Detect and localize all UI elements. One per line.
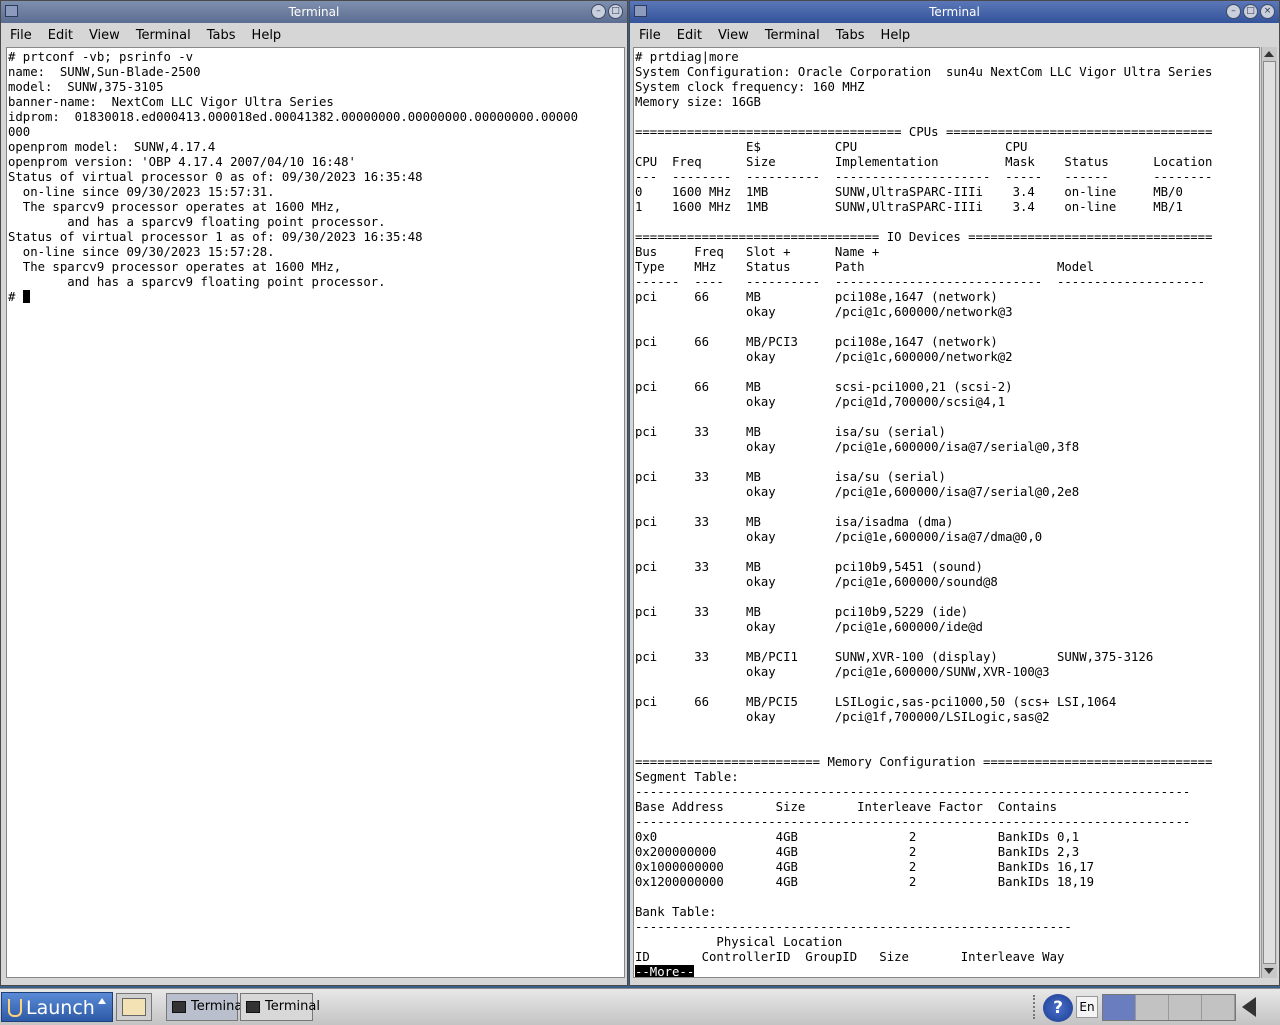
volume-icon[interactable] — [1242, 997, 1256, 1017]
more-prompt: --More-- — [635, 965, 695, 978]
menu-tabs[interactable]: Tabs — [827, 28, 872, 43]
shell-prompt: # — [8, 290, 23, 304]
menu-view[interactable]: View — [709, 28, 756, 43]
show-desktop-button[interactable] — [116, 993, 152, 1021]
text-cursor — [22, 290, 30, 303]
menu-help[interactable]: Help — [243, 28, 289, 43]
menu-file[interactable]: File — [1, 28, 39, 43]
menu-help[interactable]: Help — [872, 28, 918, 43]
right-terminal-window[interactable]: Terminal – □ × File Edit View Terminal T… — [629, 0, 1280, 986]
right-window-titlebar[interactable]: Terminal – □ × — [630, 1, 1279, 23]
left-window-titlebar[interactable]: Terminal – □ — [1, 1, 627, 23]
scroll-down-arrow-icon[interactable] — [1264, 968, 1274, 974]
launch-arrow-icon — [98, 998, 106, 1004]
workspace-2[interactable] — [1136, 995, 1169, 1020]
launch-label: Launch — [26, 997, 95, 1019]
scrollbar-thumb[interactable] — [1263, 61, 1276, 964]
menu-terminal[interactable]: Terminal — [127, 28, 198, 43]
workspace-4[interactable] — [1202, 995, 1235, 1020]
menu-edit[interactable]: Edit — [668, 28, 709, 43]
terminal-icon — [246, 1001, 260, 1013]
left-terminal-area[interactable]: # prtconf -vb; psrinfo -v name: SUNW,Sun… — [6, 47, 625, 978]
left-terminal-window[interactable]: Terminal – □ File Edit View Terminal Tab… — [0, 0, 628, 986]
task-label: Terminal — [265, 999, 320, 1014]
input-language-indicator[interactable]: En — [1076, 996, 1098, 1018]
panel-handle[interactable] — [1033, 995, 1041, 1019]
desktop-icon — [122, 998, 146, 1016]
close-icon[interactable]: × — [1260, 4, 1275, 19]
taskbar: Launch Terminal Terminal ? En — [0, 988, 1280, 1025]
maximize-icon[interactable]: □ — [608, 4, 623, 19]
taskbar-item-terminal-2[interactable]: Terminal — [240, 993, 320, 1021]
minimize-icon[interactable]: – — [1226, 4, 1241, 19]
right-window-title: Terminal — [929, 5, 980, 19]
menu-tabs[interactable]: Tabs — [198, 28, 243, 43]
maximize-icon[interactable]: □ — [1243, 4, 1258, 19]
right-terminal-area[interactable]: # prtdiag|more System Configuration: Ora… — [633, 47, 1260, 978]
workspace-3[interactable] — [1169, 995, 1202, 1020]
terminal-output: # prtdiag|more System Configuration: Ora… — [635, 50, 1213, 964]
workspace-switcher[interactable] — [1102, 994, 1236, 1021]
vertical-scrollbar[interactable] — [1261, 47, 1277, 978]
minimize-icon[interactable]: – — [591, 4, 606, 19]
task-label: Terminal — [191, 999, 246, 1014]
menu-terminal[interactable]: Terminal — [756, 28, 827, 43]
scroll-up-arrow-icon[interactable] — [1264, 51, 1274, 57]
window-menu-icon[interactable] — [5, 5, 18, 17]
menu-edit[interactable]: Edit — [39, 28, 80, 43]
launch-button[interactable]: Launch — [1, 992, 113, 1022]
left-menubar: File Edit View Terminal Tabs Help — [1, 24, 627, 47]
terminal-icon — [172, 1001, 186, 1013]
terminal-output: # prtconf -vb; psrinfo -v name: SUNW,Sun… — [8, 50, 579, 289]
window-menu-icon[interactable] — [634, 5, 647, 17]
menu-view[interactable]: View — [80, 28, 127, 43]
taskbar-item-terminal-1[interactable]: Terminal — [166, 993, 246, 1021]
workspace-1[interactable] — [1103, 995, 1136, 1020]
java-cup-icon — [8, 999, 22, 1017]
right-menubar: File Edit View Terminal Tabs Help — [630, 24, 1279, 47]
menu-file[interactable]: File — [630, 28, 668, 43]
help-icon[interactable]: ? — [1043, 994, 1073, 1022]
left-window-title: Terminal — [288, 5, 340, 19]
